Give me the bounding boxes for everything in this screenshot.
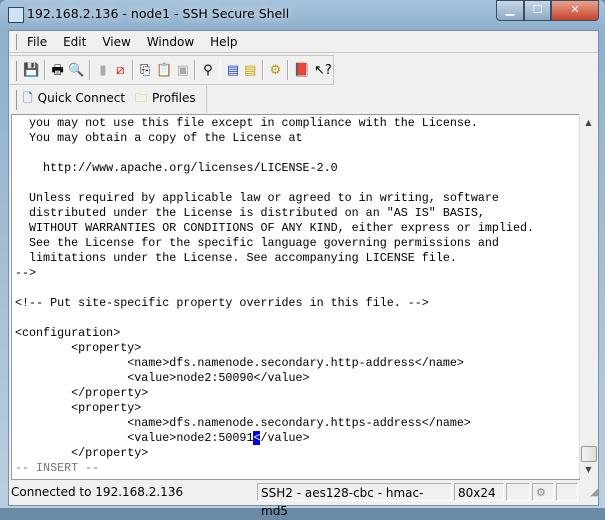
terminal-line: you may not use this file except in comp…	[15, 116, 478, 130]
menu-bar: File Edit View Window Help	[9, 31, 598, 53]
quick-connect-button[interactable]: 🗋 Quick Connect	[23, 89, 125, 110]
scroll-thumb[interactable]	[581, 446, 597, 462]
save-icon[interactable]: 💾	[23, 62, 39, 79]
terminal-line: </property>	[15, 446, 149, 460]
window-title: 192.168.2.136 - node1 - SSH Secure Shell	[27, 6, 290, 21]
terminal-line-cursor: <value>node2:50091</value>	[15, 431, 310, 446]
terminal-line: Unless required by applicable law or agr…	[15, 191, 499, 205]
terminal[interactable]: you may not use this file except in comp…	[11, 114, 580, 480]
disconnect-red-icon[interactable]: ⧄	[114, 62, 127, 79]
maximize-button[interactable]: ☐	[524, 0, 551, 21]
terminal-line: http://www.apache.org/licenses/LICENSE-2…	[15, 161, 338, 175]
settings-icon[interactable]: ⚙	[269, 62, 282, 79]
separator	[89, 60, 92, 80]
terminal-size: 80x24	[454, 483, 504, 501]
terminal-line: <!-- Put site-specific property override…	[15, 296, 429, 310]
separator	[131, 60, 134, 80]
terminal-line: WITHOUT WARRANTIES OR CONDITIONS OF ANY …	[15, 221, 535, 235]
terminal-line: <name>dfs.namenode.secondary.http-addres…	[15, 356, 464, 370]
menu-grip[interactable]	[12, 34, 17, 50]
quick-connect-label: Quick Connect	[37, 91, 126, 105]
print-preview-icon[interactable]: 🔍	[68, 62, 84, 79]
app-icon	[8, 7, 24, 23]
status-bar: Connected to 192.168.2.136 SSH2 - aes128…	[9, 480, 598, 518]
connection-status: Connected to 192.168.2.136	[11, 485, 184, 499]
context-help-icon[interactable]: ↖?	[314, 62, 332, 79]
profiles-label: Profiles	[152, 91, 196, 105]
menu-edit[interactable]: Edit	[63, 35, 86, 49]
vim-mode-line: -- INSERT --	[15, 461, 100, 475]
cipher-status: SSH2 - aes128-cbc - hmac-md5	[257, 483, 452, 518]
terminal-line: <property>	[15, 401, 142, 415]
scroll-down-arrow[interactable]: ▼	[580, 461, 597, 478]
toolbar-grip[interactable]	[12, 61, 17, 81]
paste-disabled-icon[interactable]: ▣	[176, 62, 189, 79]
terminal-line: You may obtain a copy of the License at	[15, 131, 303, 145]
find-icon[interactable]: ⚲	[201, 62, 214, 79]
quick-connect-bar: 🗋 Quick Connect 🗀 Profiles	[9, 86, 207, 113]
separator	[219, 60, 222, 80]
menu-help[interactable]: Help	[210, 35, 237, 49]
separator	[287, 60, 289, 80]
vertical-scrollbar[interactable]: ▲ ▼	[579, 114, 597, 478]
quick-connect-icon: 🗋	[23, 91, 33, 105]
paste-icon[interactable]: 📋	[156, 62, 172, 79]
terminal-line: <value>node2:50090</value>	[15, 371, 310, 385]
close-button[interactable]: ✕	[551, 0, 599, 21]
client-area: File Edit View Window Help 💾 🖶 🔍 ▮ ⧄ ⎘ 📋 ▣ ⚲…	[8, 30, 599, 518]
help-book-icon[interactable]: 📕	[294, 62, 310, 79]
menu-view[interactable]: View	[102, 35, 130, 49]
new-terminal-icon[interactable]: ▤	[226, 62, 239, 79]
terminal-line: -->	[15, 266, 37, 280]
separator	[44, 60, 46, 80]
folder-icon: 🗀	[135, 91, 148, 105]
title-bar[interactable]: 192.168.2.136 - node1 - SSH Secure Shell…	[0, 0, 605, 28]
quickbar-grip[interactable]	[12, 90, 17, 110]
terminal-line: distributed under the License is distrib…	[15, 206, 485, 220]
profiles-button[interactable]: 🗀 Profiles	[135, 89, 196, 110]
terminal-line: limitations under the License. See accom…	[15, 251, 457, 265]
terminal-line: <name>dfs.namenode.secondary.https-addre…	[15, 416, 471, 430]
separator	[261, 60, 264, 80]
ssh-window: 192.168.2.136 - node1 - SSH Secure Shell…	[0, 0, 605, 518]
scroll-up-arrow[interactable]: ▲	[580, 114, 597, 131]
terminal-text: <value>node2:50091	[15, 431, 254, 445]
print-icon[interactable]: 🖶	[51, 62, 64, 79]
terminal-line: <property>	[15, 341, 142, 355]
status-cell-empty	[556, 483, 578, 501]
minimize-button[interactable]: ▁	[496, 0, 524, 21]
toolbar: 💾 🖶 🔍 ▮ ⧄ ⎘ 📋 ▣ ⚲ ▤ ▤ ⚙ 📕 ↖?	[9, 55, 334, 85]
transfer-icon: ⚙	[532, 483, 554, 501]
menu-file[interactable]: File	[27, 35, 47, 49]
resize-grip-icon[interactable]: ◢	[580, 487, 598, 498]
status-cell-empty	[506, 483, 530, 501]
separator	[194, 60, 197, 80]
disconnect-icon[interactable]: ▮	[96, 62, 109, 79]
copy-icon[interactable]: ⎘	[139, 62, 152, 79]
terminal-text: /value>	[260, 431, 310, 445]
terminal-line: <configuration>	[15, 326, 121, 340]
terminal-line: See the License for the specific languag…	[15, 236, 499, 250]
new-file-transfer-icon[interactable]: ▤	[244, 62, 257, 79]
terminal-line: </property>	[15, 386, 149, 400]
menu-window[interactable]: Window	[147, 35, 194, 49]
